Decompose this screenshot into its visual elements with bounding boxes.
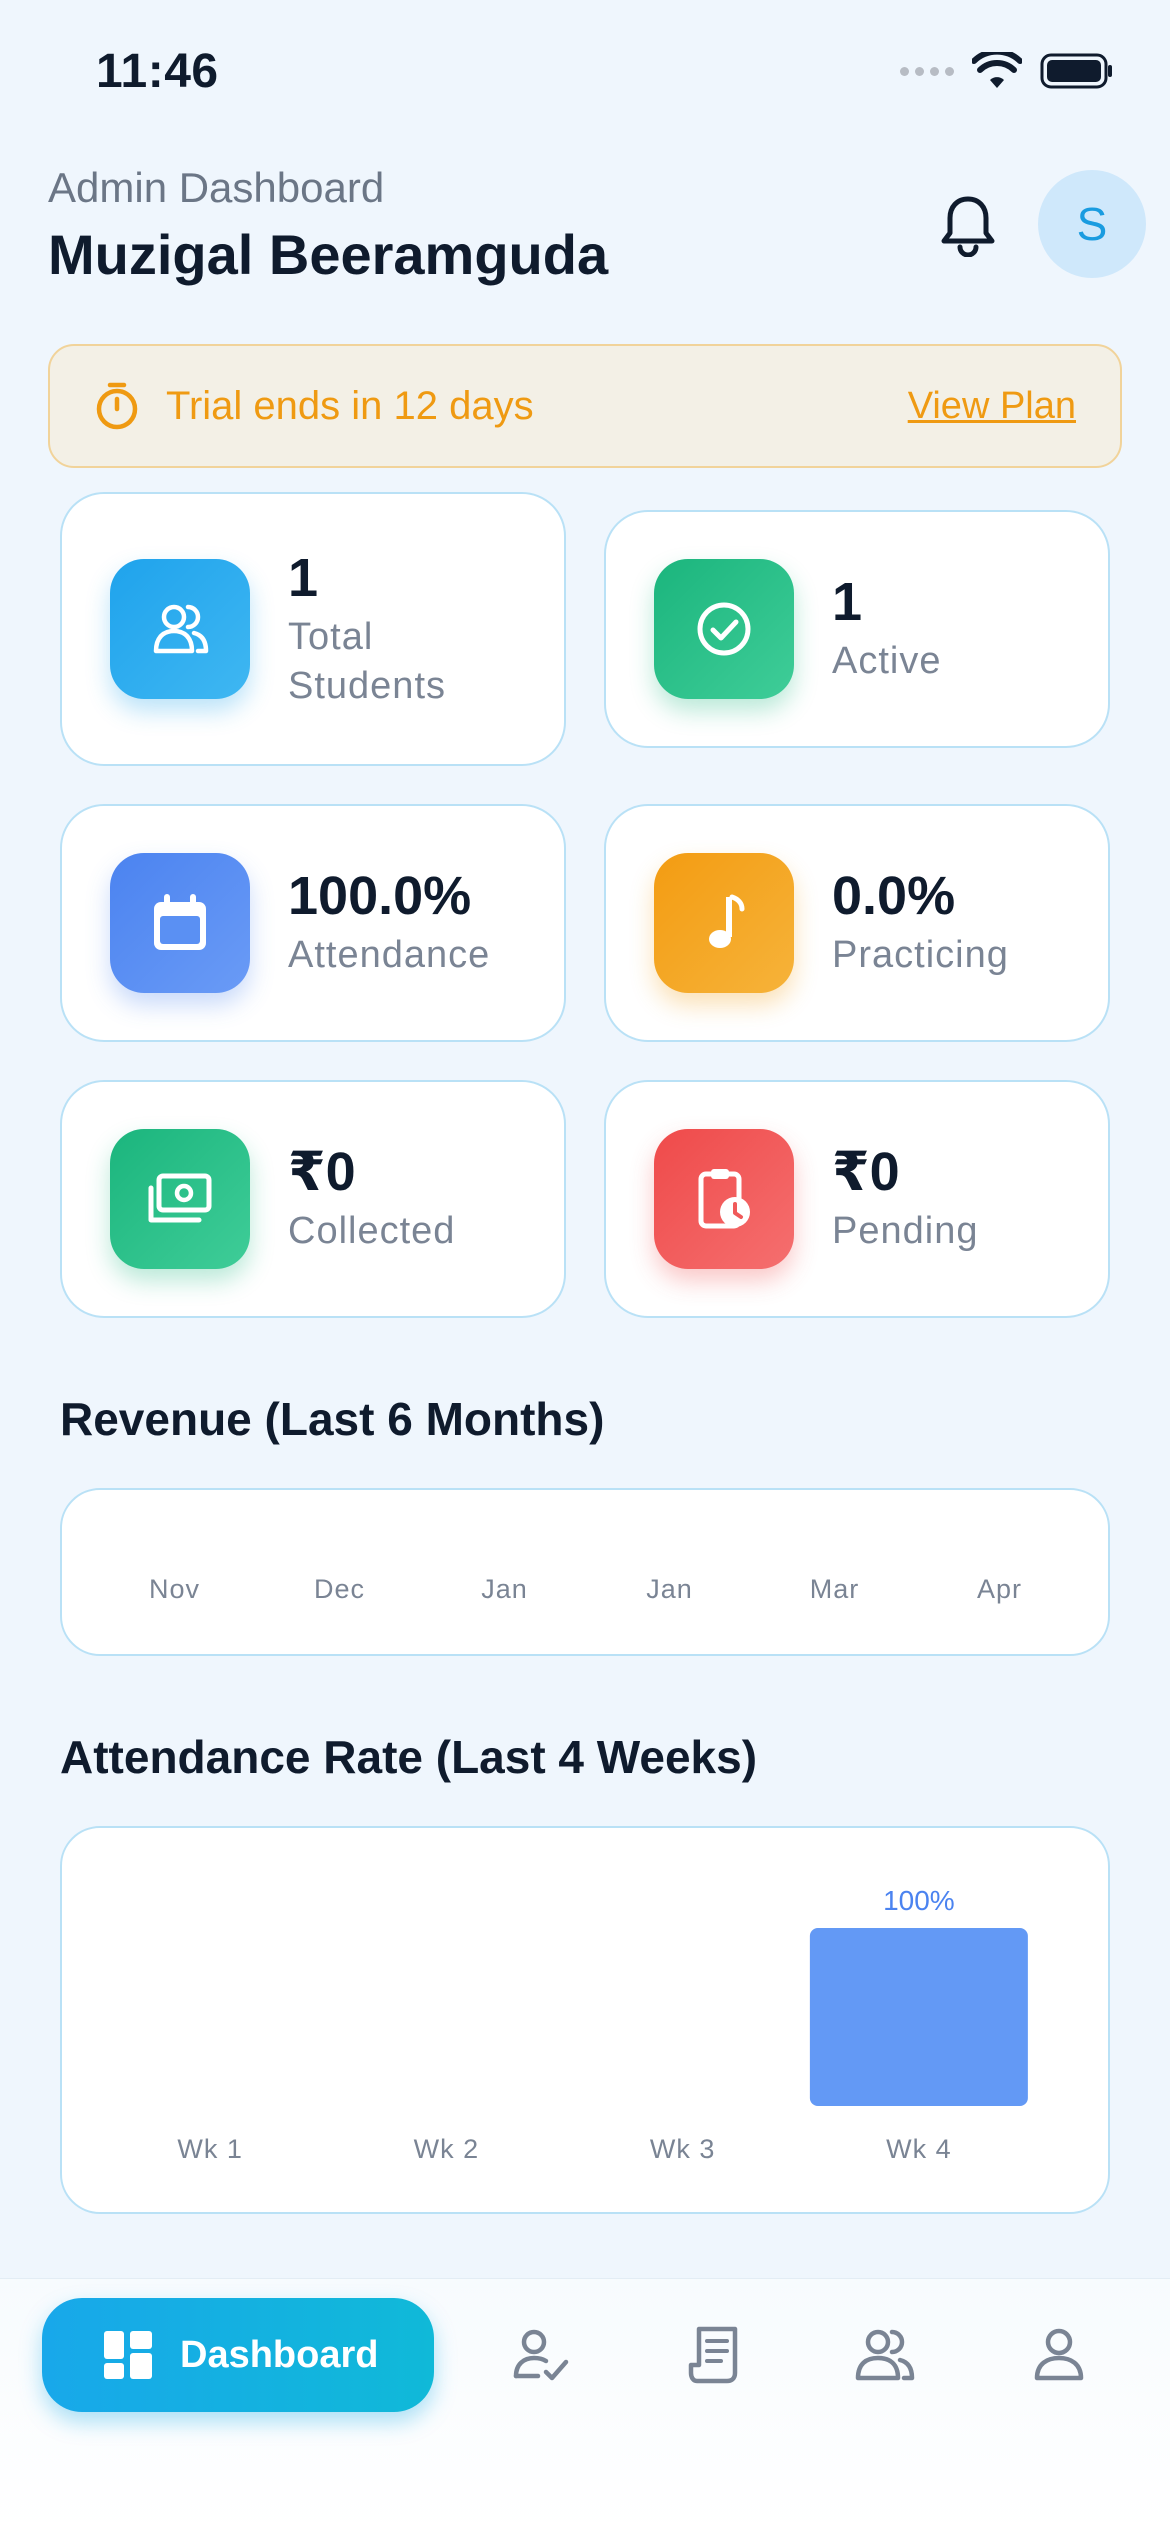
attendance-x-tick-label: Wk 1 bbox=[177, 2134, 243, 2164]
status-icons bbox=[900, 52, 1114, 90]
avatar[interactable]: S bbox=[1038, 170, 1146, 278]
dashboard-icon bbox=[104, 2331, 152, 2379]
students-icon bbox=[110, 559, 250, 699]
receipt-icon[interactable] bbox=[680, 2322, 746, 2388]
revenue-x-tick-label: Apr bbox=[977, 1574, 1022, 1604]
cellular-signal-icon bbox=[900, 66, 954, 76]
revenue-title: Revenue (Last 6 Months) bbox=[60, 1393, 605, 1445]
profile-icon[interactable] bbox=[1026, 2322, 1092, 2388]
attendance-bar bbox=[809, 1928, 1028, 2106]
stat-card-attendance[interactable]: 100.0% Attendance bbox=[60, 804, 566, 1042]
attendance-chart-svg: Wk 1 Wk 2 Wk 3 100% Wk 4 bbox=[177, 1885, 1028, 2164]
attendance-x-tick-label: Wk 2 bbox=[414, 2134, 480, 2164]
attendance-title: Attendance Rate (Last 4 Weeks) bbox=[60, 1731, 758, 1783]
stat-value: ₹0 bbox=[288, 1142, 356, 1203]
page-subtitle: Admin Dashboard bbox=[48, 164, 385, 211]
cash-icon bbox=[110, 1129, 250, 1269]
stat-label: Practicing bbox=[832, 934, 1009, 977]
page-title: Muzigal Beeramguda bbox=[48, 223, 609, 286]
nav-dashboard-label: Dashboard bbox=[180, 2333, 379, 2376]
revenue-x-tick-label: Dec bbox=[314, 1574, 365, 1604]
attendance-x-tick-label: Wk 3 bbox=[650, 2134, 716, 2164]
stat-card-total-students[interactable]: 1 Total Students bbox=[60, 492, 566, 766]
clipboard-clock-icon bbox=[654, 1129, 794, 1269]
check-circle-icon bbox=[654, 559, 794, 699]
revenue-chart-svg: Nov Dec Jan Jan Mar Apr bbox=[149, 1574, 1022, 1604]
stat-card-collected[interactable]: ₹0 Collected bbox=[60, 1080, 566, 1318]
attendance-chart: Wk 1 Wk 2 Wk 3 100% Wk 4 bbox=[60, 1826, 1110, 2214]
stat-card-active[interactable]: 1 Active bbox=[604, 510, 1110, 748]
stat-label: Pending bbox=[832, 1210, 979, 1253]
stat-value: 0.0% bbox=[832, 866, 956, 927]
stat-value: 1 bbox=[288, 547, 319, 608]
revenue-chart: Nov Dec Jan Jan Mar Apr bbox=[60, 1488, 1110, 1656]
page: 11:46 Admin Dashboard Muzigal Beeramguda… bbox=[0, 0, 1170, 2532]
music-note-icon bbox=[654, 853, 794, 993]
nav-dashboard-button[interactable]: Dashboard bbox=[42, 2298, 434, 2412]
battery-icon bbox=[1040, 53, 1112, 89]
stat-label: Active bbox=[832, 640, 942, 683]
stat-card-practicing[interactable]: 0.0% Practicing bbox=[604, 804, 1110, 1042]
attendance-x-tick-label: Wk 4 bbox=[886, 2134, 952, 2164]
revenue-x-tick-label: Nov bbox=[149, 1574, 200, 1604]
students-icon[interactable] bbox=[852, 2322, 918, 2388]
revenue-x-tick-label: Jan bbox=[646, 1574, 693, 1604]
stat-value: 100.0% bbox=[288, 866, 472, 927]
view-plan-link[interactable]: View Plan bbox=[908, 385, 1076, 428]
status-time: 11:46 bbox=[96, 45, 219, 98]
bell-icon[interactable] bbox=[932, 190, 1004, 262]
stat-label: Collected bbox=[288, 1210, 456, 1253]
stat-value: ₹0 bbox=[832, 1142, 900, 1203]
stat-label: Attendance bbox=[288, 934, 491, 977]
stat-value: 1 bbox=[832, 572, 863, 633]
attendance-data-label: 100% bbox=[883, 1885, 955, 1916]
revenue-x-tick-label: Jan bbox=[481, 1574, 528, 1604]
calendar-icon bbox=[110, 853, 250, 993]
wifi-icon bbox=[972, 52, 1022, 88]
stopwatch-icon bbox=[96, 382, 138, 430]
stat-label: Total Students bbox=[288, 615, 446, 708]
trial-banner: Trial ends in 12 days View Plan bbox=[48, 344, 1122, 468]
trial-text: Trial ends in 12 days bbox=[166, 383, 534, 428]
attendance-check-icon[interactable] bbox=[508, 2322, 574, 2388]
revenue-x-tick-label: Mar bbox=[810, 1574, 860, 1604]
stat-card-pending[interactable]: ₹0 Pending bbox=[604, 1080, 1110, 1318]
